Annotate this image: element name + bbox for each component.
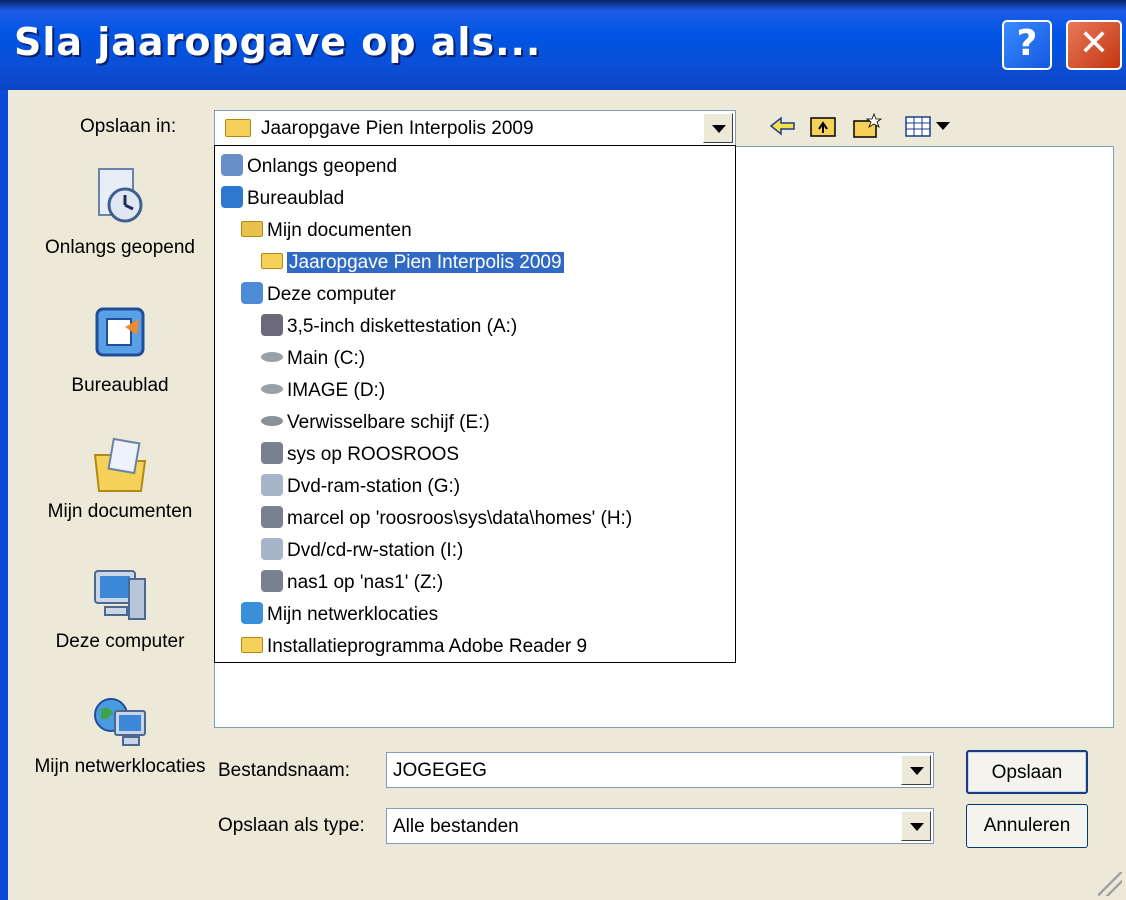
dvd-drive-icon — [261, 537, 283, 560]
dropdown-item-label: Onlangs geopend — [247, 156, 398, 177]
place-network-label: Mijn netwerklocaties — [34, 756, 206, 777]
removable-drive-icon — [261, 415, 283, 426]
place-desktop-label: Bureaublad — [71, 375, 169, 396]
network-places-icon — [241, 601, 263, 624]
place-my-documents[interactable]: Mijn documenten — [30, 435, 210, 545]
dropdown-item-label: marcel op 'roosroos\sys\data\homes' (H:) — [287, 508, 633, 529]
dropdown-item[interactable]: Dvd/cd-rw-station (I:) — [261, 536, 463, 566]
dropdown-item-label: sys op ROOSROOS — [287, 444, 460, 465]
dropdown-item[interactable]: Jaaropgave Pien Interpolis 2009 — [261, 248, 565, 278]
title-bar[interactable]: Sla jaaropgave op als... ? ✕ — [0, 0, 1126, 90]
place-recent[interactable]: Onlangs geopend — [30, 165, 210, 295]
filetype-value: Alle bestanden — [393, 816, 519, 837]
resize-grip[interactable] — [1098, 872, 1122, 896]
computer-icon — [241, 281, 263, 304]
dropdown-item-label: Verwisselbare schijf (E:) — [287, 412, 490, 433]
save-in-value: Jaaropgave Pien Interpolis 2009 — [261, 118, 534, 139]
view-menu-icon[interactable] — [904, 112, 960, 140]
dropdown-item[interactable]: Bureaublad — [221, 184, 344, 214]
place-my-computer[interactable]: Deze computer — [30, 565, 210, 665]
dropdown-item[interactable]: Mijn netwerklocaties — [241, 600, 438, 630]
dropdown-item-label: Dvd-ram-station (G:) — [287, 476, 461, 497]
dropdown-item-label: Jaaropgave Pien Interpolis 2009 — [286, 251, 565, 274]
place-recent-label: Onlangs geopend — [44, 237, 195, 258]
dropdown-item-label: IMAGE (D:) — [287, 380, 386, 401]
save-in-combo[interactable]: Jaaropgave Pien Interpolis 2009 — [214, 110, 736, 146]
dropdown-item[interactable]: Deze computer — [241, 280, 396, 310]
dropdown-item-label: 3,5-inch diskettestation (A:) — [287, 316, 518, 337]
dropdown-item[interactable]: 3,5-inch diskettestation (A:) — [261, 312, 517, 342]
chevron-down-icon[interactable] — [901, 755, 931, 785]
dropdown-item[interactable]: Main (C:) — [261, 344, 365, 374]
dropdown-item[interactable]: Dvd-ram-station (G:) — [261, 472, 460, 502]
save-button-label: Opslaan — [991, 762, 1063, 783]
my-documents-icon — [93, 437, 147, 492]
cancel-button[interactable]: Annuleren — [966, 804, 1088, 848]
dropdown-item[interactable]: nas1 op 'nas1' (Z:) — [261, 568, 443, 598]
dropdown-item-label: Bureaublad — [247, 188, 345, 209]
floppy-icon — [261, 313, 283, 336]
new-folder-icon[interactable] — [852, 112, 882, 140]
dropdown-item[interactable]: Installatieprogramma Adobe Reader 9 — [241, 632, 587, 662]
recent-icon — [98, 168, 143, 223]
network-drive-icon — [261, 505, 283, 528]
help-button[interactable]: ? — [1002, 20, 1052, 70]
chevron-down-icon[interactable] — [703, 113, 733, 143]
dropdown-item[interactable]: sys op ROOSROOS — [261, 440, 459, 470]
hard-drive-icon — [261, 383, 283, 394]
dropdown-item[interactable]: IMAGE (D:) — [261, 376, 385, 406]
desktop-icon — [221, 185, 243, 208]
dropdown-item-label: Main (C:) — [287, 348, 366, 369]
window-title: Sla jaaropgave op als... — [14, 20, 542, 64]
network-drive-icon — [261, 441, 283, 464]
up-folder-icon[interactable] — [808, 112, 838, 140]
dropdown-item[interactable]: Verwisselbare schijf (E:) — [261, 408, 490, 438]
filename-value: JOGEGEG — [393, 760, 487, 781]
hard-drive-icon — [261, 351, 283, 362]
place-desktop[interactable]: Bureaublad — [30, 303, 210, 403]
filename-input[interactable]: JOGEGEG — [386, 752, 934, 788]
dropdown-item[interactable]: Onlangs geopend — [221, 152, 397, 182]
folder-icon — [261, 252, 283, 269]
dvd-drive-icon — [261, 473, 283, 496]
dropdown-item-label: Deze computer — [267, 284, 396, 305]
save-button[interactable]: Opslaan — [966, 750, 1088, 794]
save-in-label: Opslaan in: — [80, 116, 177, 137]
dropdown-item-label: Dvd/cd-rw-station (I:) — [287, 540, 464, 561]
place-my-computer-label: Deze computer — [55, 631, 185, 652]
dropdown-item-label: Mijn documenten — [267, 220, 412, 241]
close-button[interactable]: ✕ — [1066, 20, 1122, 70]
dropdown-item[interactable]: marcel op 'roosroos\sys\data\homes' (H:) — [261, 504, 632, 534]
network-drive-icon — [261, 569, 283, 592]
save-in-dropdown: Onlangs geopend Bureaublad Mijn documenten… — [214, 145, 736, 663]
dropdown-item-label: Installatieprogramma Adobe Reader 9 — [267, 636, 588, 657]
recent-icon — [221, 153, 243, 176]
my-documents-icon — [241, 220, 263, 237]
dropdown-item-label: Mijn netwerklocaties — [267, 604, 439, 625]
network-places-icon — [94, 698, 146, 746]
chevron-down-icon[interactable] — [901, 811, 931, 841]
dropdown-item-label: nas1 op 'nas1' (Z:) — [287, 572, 444, 593]
place-my-documents-label: Mijn documenten — [47, 501, 193, 522]
place-network[interactable]: Mijn netwerklocaties — [30, 691, 210, 811]
filetype-label: Opslaan als type: — [218, 815, 365, 836]
window-frame — [0, 90, 8, 900]
dropdown-item[interactable]: Mijn documenten — [241, 216, 412, 246]
filename-label: Bestandsnaam: — [218, 760, 351, 781]
back-icon[interactable] — [768, 112, 798, 140]
desktop-icon — [95, 307, 145, 357]
folder-icon — [241, 636, 263, 653]
cancel-button-label: Annuleren — [983, 815, 1071, 836]
help-icon: ? — [1016, 23, 1038, 64]
close-icon: ✕ — [1078, 23, 1110, 64]
computer-icon — [94, 570, 146, 620]
folder-icon — [225, 119, 251, 137]
filetype-select[interactable]: Alle bestanden — [386, 808, 934, 844]
